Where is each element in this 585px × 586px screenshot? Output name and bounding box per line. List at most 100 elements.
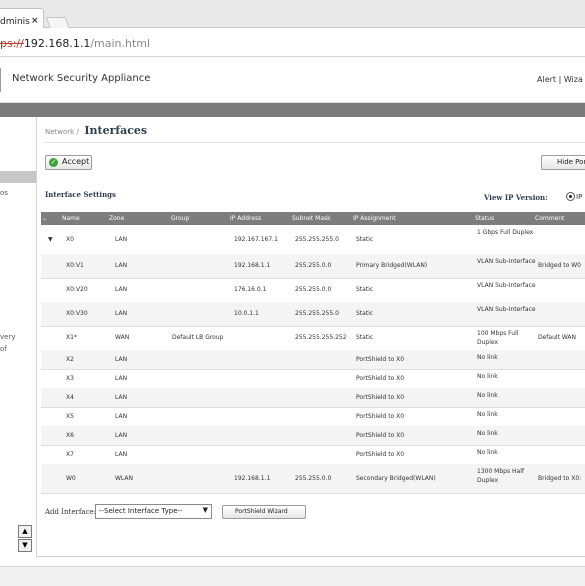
table-row[interactable]: X6 LAN PortShield to X0 No link	[41, 426, 585, 446]
table-row[interactable]: X2 LAN PortShield to X0 No link	[41, 350, 585, 370]
column-header-zone[interactable]: Zone	[109, 215, 124, 222]
status-bar	[0, 566, 585, 586]
url-text[interactable]: ps://192.168.1.1/main.html	[0, 37, 150, 50]
url-host: 192.168.1.1	[23, 37, 91, 50]
table-row[interactable]: W0 WLAN 192.168.1.1 255.255.0.0 Secondary Br…	[41, 464, 585, 494]
tab-close-icon[interactable]: ×	[31, 16, 39, 26]
cell-ip-address: 192.167.167.1	[234, 235, 278, 243]
cell-zone: LAN	[115, 393, 128, 401]
cell-name: X4	[66, 393, 74, 401]
cell-name: X3	[66, 374, 74, 382]
browser-tab-title[interactable]: dminis	[0, 17, 30, 27]
cell-status: 1300 Mbps Half Duplex	[477, 468, 524, 484]
cell-zone: LAN	[115, 431, 128, 439]
hide-portshield-button[interactable]: Hide Por	[541, 155, 585, 170]
cell-name: X1*	[66, 334, 77, 341]
header-links[interactable]: Alert | Wiza	[537, 75, 583, 84]
cell-comment: Default WAN	[538, 334, 577, 341]
cell-zone: LAN	[115, 235, 128, 243]
cell-name: X6	[66, 431, 74, 439]
table-row[interactable]: X0:V20 LAN 176.16.0.1 255.255.0.0 Static VLAN…	[41, 278, 585, 303]
cell-status: VLAN Sub-Interface	[477, 282, 536, 289]
cell-status: 100 Mbps Full Duplex	[477, 330, 519, 346]
radio-selected-dot	[569, 195, 572, 198]
cell-status: VLAN Sub-Interface	[477, 306, 536, 313]
cell-ip-assignment: Static	[356, 334, 374, 341]
table-row[interactable]: X1* WAN Default LB Group 255.255.255.252 Sta…	[41, 326, 585, 351]
cell-status: No link	[477, 411, 498, 418]
sidebar-item-fragment[interactable]: very	[0, 333, 15, 341]
bottom-divider	[36, 556, 585, 557]
column-header-ip-assignment[interactable]: IP Assignment	[353, 215, 396, 222]
cell-zone: LAN	[115, 310, 128, 317]
browser-tabstrip	[0, 0, 585, 28]
cell-ip-address: 10.0.1.1	[234, 310, 259, 317]
cell-name: X2	[66, 355, 74, 363]
sidebar-active-item[interactable]	[0, 171, 36, 183]
table-row[interactable]: X4 LAN PortShield to X0 No link	[41, 388, 585, 408]
cell-ip-address: 192.168.1.1	[234, 474, 271, 482]
section-title: Interface Settings	[45, 190, 116, 199]
cell-ip-assignment: PortShield to X0	[356, 393, 405, 401]
cell-status: No link	[477, 392, 498, 399]
expand-row-icon[interactable]: ▼	[48, 236, 53, 243]
cell-ip-assignment: Static	[356, 235, 374, 243]
cell-subnet-mask: 255.255.0.0	[295, 262, 332, 269]
cell-status: No link	[477, 354, 498, 361]
ip-version-option[interactable]: IP	[576, 193, 582, 201]
cell-comment: Bridged to X0:	[538, 474, 582, 482]
column-header-comment[interactable]: Comment	[535, 215, 564, 222]
cell-zone: LAN	[115, 286, 128, 293]
column-header-name[interactable]: Name	[62, 215, 80, 222]
add-interface-label: Add Interface:	[45, 508, 97, 516]
table-row[interactable]: X5 LAN PortShield to X0 No link	[41, 407, 585, 427]
cell-status: No link	[477, 430, 498, 437]
table-row[interactable]: ▼ X0 LAN 192.167.167.1 255.255.255.0 Static 1 …	[41, 225, 585, 255]
url-path: /main.html	[90, 37, 151, 50]
table-row[interactable]: X3 LAN PortShield to X0 No link	[41, 369, 585, 389]
column-header-status[interactable]: Status	[475, 215, 494, 222]
cell-ip-assignment: PortShield to X0	[356, 412, 405, 420]
table-row[interactable]: X7 LAN PortShield to X0 No link	[41, 445, 585, 465]
sidebar-item-fragment[interactable]: os	[0, 189, 8, 197]
cell-subnet-mask: 255.255.0.0	[295, 474, 332, 482]
cell-name: W0	[66, 474, 76, 482]
collapse-all-icon[interactable]: ⌄	[42, 215, 47, 222]
cell-name: X5	[66, 412, 74, 420]
table-row[interactable]: X0:V1 LAN 192.168.1.1 255.255.0.0 Primary Br…	[41, 254, 585, 279]
column-header-subnet-mask[interactable]: Subnet Mask	[292, 215, 331, 222]
cell-ip-address: 176.16.0.1	[234, 286, 267, 293]
url-scheme: ps://	[0, 37, 24, 50]
title-divider	[44, 142, 585, 143]
column-header-ip-address[interactable]: IP Address	[230, 215, 261, 222]
cell-subnet-mask: 255.255.255.0	[295, 310, 339, 317]
chevron-down-icon: ▼	[202, 506, 208, 514]
cell-status: VLAN Sub-Interface	[477, 258, 536, 265]
cell-name: X0:V30	[66, 310, 88, 317]
cell-ip-assignment: PortShield to X0	[356, 450, 405, 458]
cell-zone: LAN	[115, 262, 128, 269]
header-divider	[0, 68, 1, 92]
cell-zone: WLAN	[115, 474, 134, 482]
cell-status: No link	[477, 373, 498, 380]
view-ip-version-label: View IP Version:	[484, 193, 548, 202]
accept-label: Accept	[62, 157, 90, 166]
breadcrumb-parent[interactable]: Network /	[45, 128, 79, 136]
arrow-up-icon[interactable]: ▲	[18, 525, 32, 538]
sidebar-item-fragment[interactable]: of	[0, 345, 7, 353]
interface-type-select[interactable]: --Select Interface Type-- ▼	[95, 504, 212, 519]
table-row[interactable]: X0:V30 LAN 10.0.1.1 255.255.255.0 Static VLAN…	[41, 302, 585, 327]
portshield-wizard-button[interactable]: PortShield Wizard	[222, 505, 306, 519]
cell-ip-assignment: PortShield to X0	[356, 355, 405, 363]
accept-button[interactable]: ✓ Accept	[45, 155, 92, 170]
cell-name: X0	[66, 235, 74, 243]
cell-zone: LAN	[115, 355, 128, 363]
arrow-down-icon[interactable]: ▼	[18, 539, 32, 552]
breadcrumb: Network / Interfaces	[45, 124, 147, 137]
wizard-button-label: PortShield Wizard	[235, 508, 288, 515]
top-toolbar	[0, 103, 585, 117]
cell-zone: WAN	[115, 334, 130, 341]
column-header-group[interactable]: Group	[171, 215, 189, 222]
cell-status: 1 Gbps Full Duplex	[477, 229, 534, 236]
cell-subnet-mask: 255.255.255.252	[295, 334, 347, 341]
